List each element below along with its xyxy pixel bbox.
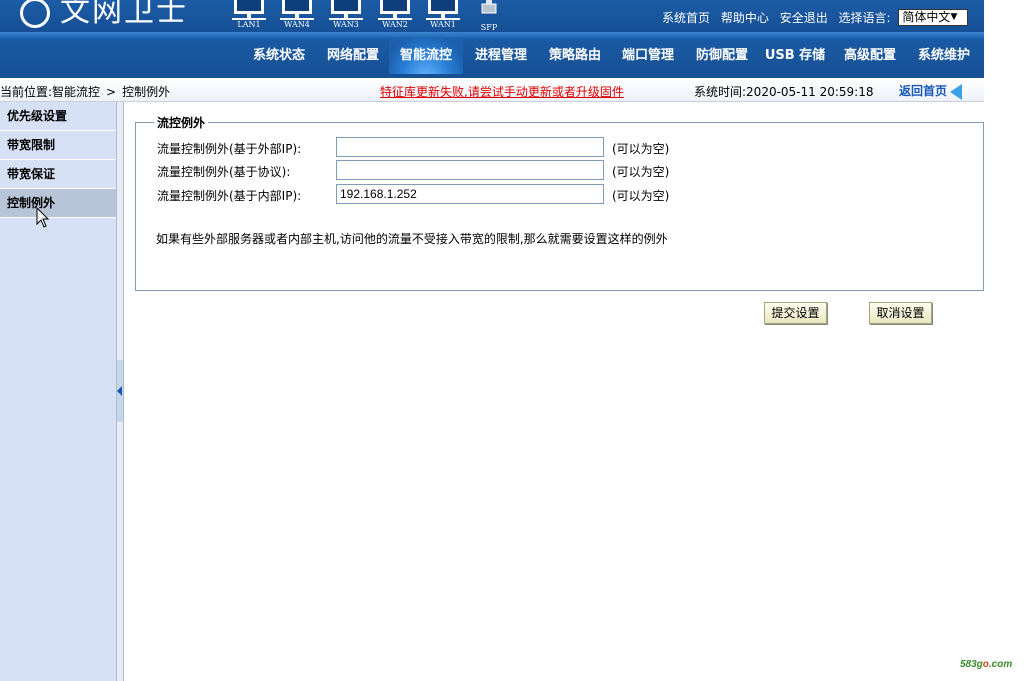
nav-system-maintenance[interactable]: 系统维护 [910, 38, 978, 74]
sidebar-item-bandwidth-guarantee[interactable]: 带宽保证 [0, 160, 116, 189]
flow-exception-panel: 流控例外 流量控制例外(基于外部IP): (可以为空) 流量控制例外(基于协议)… [135, 114, 984, 291]
return-home-label: 返回首页 [899, 84, 948, 98]
port-label: SFP [480, 23, 498, 32]
port-wan1: WAN1 [426, 0, 460, 30]
nav-advanced-config[interactable]: 高级配置 [836, 38, 904, 74]
home-link[interactable]: 系统首页 [662, 11, 710, 25]
protocol-hint: (可以为空) [612, 165, 670, 179]
panel-title: 流控例外 [154, 114, 209, 131]
external-ip-input[interactable] [336, 137, 604, 157]
nav-smart-flow-control[interactable]: 智能流控 [389, 38, 463, 74]
internal-ip-input[interactable]: 192.168.1.252 [336, 184, 604, 204]
external-ip-hint: (可以为空) [612, 142, 670, 156]
breadcrumb: 当前位置:智能流控 > 控制例外 [0, 83, 170, 100]
system-time: 系统时间:2020-05-11 20:59:18 [694, 83, 874, 100]
sidebar-item-priority[interactable]: 优先级设置 [0, 102, 116, 131]
port-label: WAN3 [333, 20, 359, 29]
chevron-down-icon: ▼ [950, 12, 958, 22]
back-arrow-icon [950, 83, 963, 100]
port-wan3: WAN3 [329, 0, 363, 30]
port-wan2: WAN2 [378, 0, 412, 30]
nav-usb-storage[interactable]: USB 存储 [761, 38, 829, 74]
sidebar-item-control-exception[interactable]: 控制例外 [0, 189, 116, 218]
port-label: WAN4 [284, 20, 310, 29]
sidebar-collapse-toggle[interactable] [117, 360, 123, 422]
top-links: 系统首页 帮助中心 安全退出 选择语言: 简体中文 ▼ [662, 9, 975, 27]
watermark-suffix: .com [988, 659, 1013, 670]
nav-port-management[interactable]: 端口管理 [614, 38, 682, 74]
header: 文网卫士 LAN1 WAN4 WAN3 WAN2 WAN1 SFP 系统首页 帮… [0, 0, 984, 78]
help-link[interactable]: 帮助中心 [721, 11, 769, 25]
port-icon [282, 0, 312, 14]
nav-defense-config[interactable]: 防御配置 [688, 38, 756, 74]
port-label: WAN2 [382, 20, 408, 29]
return-home-button[interactable]: 返回首页 [899, 82, 963, 100]
logout-link[interactable]: 安全退出 [780, 11, 828, 25]
port-label: LAN1 [237, 20, 261, 29]
port-icon [331, 0, 361, 14]
status-bar: 当前位置:智能流控 > 控制例外 特征库更新失败,请尝试手动更新或者升级固件 系统时… [0, 78, 984, 102]
port-icon [234, 0, 264, 14]
nav-network-config[interactable]: 网络配置 [319, 38, 387, 74]
language-label: 选择语言: [838, 11, 891, 25]
logo-text: 文网卫士 [60, 0, 188, 29]
external-ip-label: 流量控制例外(基于外部IP): [157, 142, 302, 156]
internal-ip-hint: (可以为空) [612, 189, 670, 203]
update-warning-link[interactable]: 特征库更新失败,请尝试手动更新或者升级固件 [380, 83, 624, 100]
sfp-icon [481, 0, 497, 14]
sidebar-splitter[interactable] [116, 102, 124, 681]
submit-button[interactable]: 提交设置 [764, 302, 827, 324]
watermark: 583go.com [960, 659, 1012, 670]
nav-system-status[interactable]: 系统状态 [245, 38, 313, 74]
nav-process-management[interactable]: 进程管理 [467, 38, 535, 74]
language-value: 简体中文 [902, 10, 951, 24]
port-icon [428, 0, 458, 14]
language-select[interactable]: 简体中文 ▼ [898, 9, 969, 26]
logo-icon [20, 0, 50, 28]
port-sfp: SFP [472, 0, 506, 33]
mouse-cursor-icon [36, 207, 50, 228]
cancel-button[interactable]: 取消设置 [869, 302, 932, 324]
breadcrumb-prefix: 当前位置:智能流控 [0, 85, 101, 99]
exception-description: 如果有些外部服务器或者内部主机,访问他的流量不受接入带宽的限制,那么就需要设置这… [156, 232, 668, 246]
port-wan4: WAN4 [280, 0, 314, 30]
port-icon [380, 0, 410, 14]
protocol-label: 流量控制例外(基于协议): [157, 165, 291, 179]
collapse-arrow-icon [117, 386, 122, 396]
sidebar: 优先级设置 带宽限制 带宽保证 控制例外 [0, 102, 116, 681]
system-time-value: 2020-05-11 20:59:18 [746, 85, 874, 99]
watermark-prefix: 583g [960, 659, 983, 670]
logo: 文网卫士 [20, 0, 188, 30]
internal-ip-label: 流量控制例外(基于内部IP): [157, 189, 302, 203]
breadcrumb-separator: > [106, 85, 117, 99]
breadcrumb-current: 控制例外 [122, 85, 171, 99]
port-lan1: LAN1 [232, 0, 266, 30]
protocol-input[interactable] [336, 160, 604, 180]
system-time-label: 系统时间: [694, 85, 747, 99]
nav-policy-routing[interactable]: 策略路由 [541, 38, 609, 74]
port-label: WAN1 [430, 20, 456, 29]
sidebar-item-bandwidth-limit[interactable]: 带宽限制 [0, 131, 116, 160]
